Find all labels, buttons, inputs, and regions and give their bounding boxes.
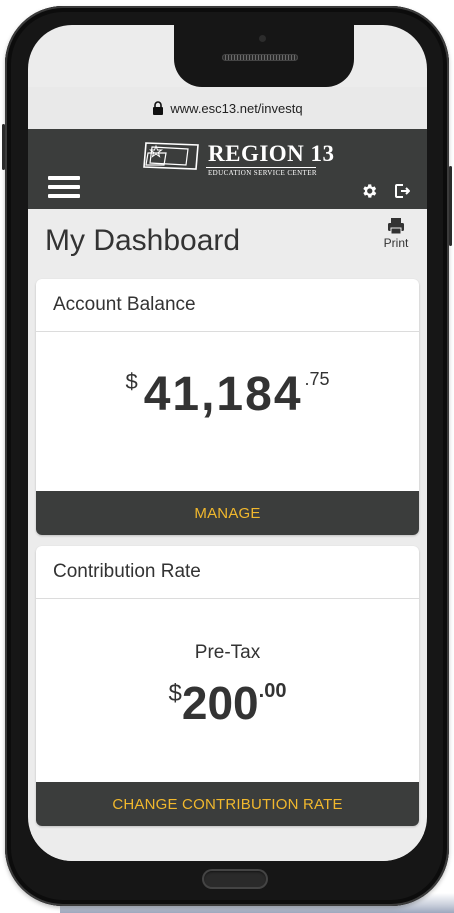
gear-icon[interactable] — [360, 182, 378, 200]
page-title: My Dashboard — [45, 224, 241, 257]
printer-icon — [388, 218, 404, 235]
manage-button[interactable]: MANAGE — [36, 491, 419, 535]
phone-notch — [174, 25, 354, 87]
speaker-grille — [222, 54, 298, 61]
logout-icon[interactable] — [394, 183, 410, 199]
print-button[interactable]: Print — [378, 217, 414, 250]
logo-subtitle: EDUCATION SERVICE CENTER — [208, 169, 317, 177]
account-balance-amount: $41,184.75 — [36, 367, 419, 422]
phone-frame: www.esc13.net/investq REGION 13 EDUCATIO… — [2, 6, 452, 906]
contribution-amount: $200.00 — [36, 676, 419, 730]
bottom-spacer — [28, 833, 427, 861]
logo-title: REGION 13 — [208, 141, 335, 166]
contribution-cents: .00 — [258, 680, 287, 702]
logo-divider — [206, 167, 316, 168]
browser-address-bar[interactable]: www.esc13.net/investq — [28, 87, 427, 129]
currency-symbol: $ — [125, 369, 138, 394]
contribution-rate-card: Contribution Rate Pre-Tax $200.00 CHANGE… — [36, 546, 419, 826]
print-label: Print — [383, 236, 409, 250]
hamburger-menu-icon[interactable] — [48, 176, 80, 198]
region13-logo[interactable]: REGION 13 EDUCATION SERVICE CENTER — [138, 139, 334, 177]
page-header: My Dashboard Print — [28, 209, 427, 273]
texas-flag-logo-icon — [143, 142, 199, 170]
balance-dollars: 41,184 — [143, 368, 303, 421]
top-navigation-bar: REGION 13 EDUCATION SERVICE CENTER — [28, 129, 427, 209]
currency-symbol: $ — [168, 680, 182, 707]
home-button[interactable] — [202, 869, 268, 889]
url-text: www.esc13.net/investq — [170, 100, 303, 116]
account-balance-card: Account Balance $41,184.75 MANAGE — [36, 279, 419, 535]
contribution-dollars: 200 — [181, 677, 259, 729]
change-contribution-rate-button[interactable]: CHANGE CONTRIBUTION RATE — [36, 782, 419, 826]
account-balance-title: Account Balance — [36, 279, 419, 332]
balance-cents: .75 — [304, 369, 330, 389]
contribution-rate-title: Contribution Rate — [36, 546, 419, 599]
phone-screen: www.esc13.net/investq REGION 13 EDUCATIO… — [28, 25, 427, 861]
pre-tax-label: Pre-Tax — [194, 642, 261, 663]
camera-icon — [259, 35, 266, 42]
lock-icon — [153, 101, 164, 115]
